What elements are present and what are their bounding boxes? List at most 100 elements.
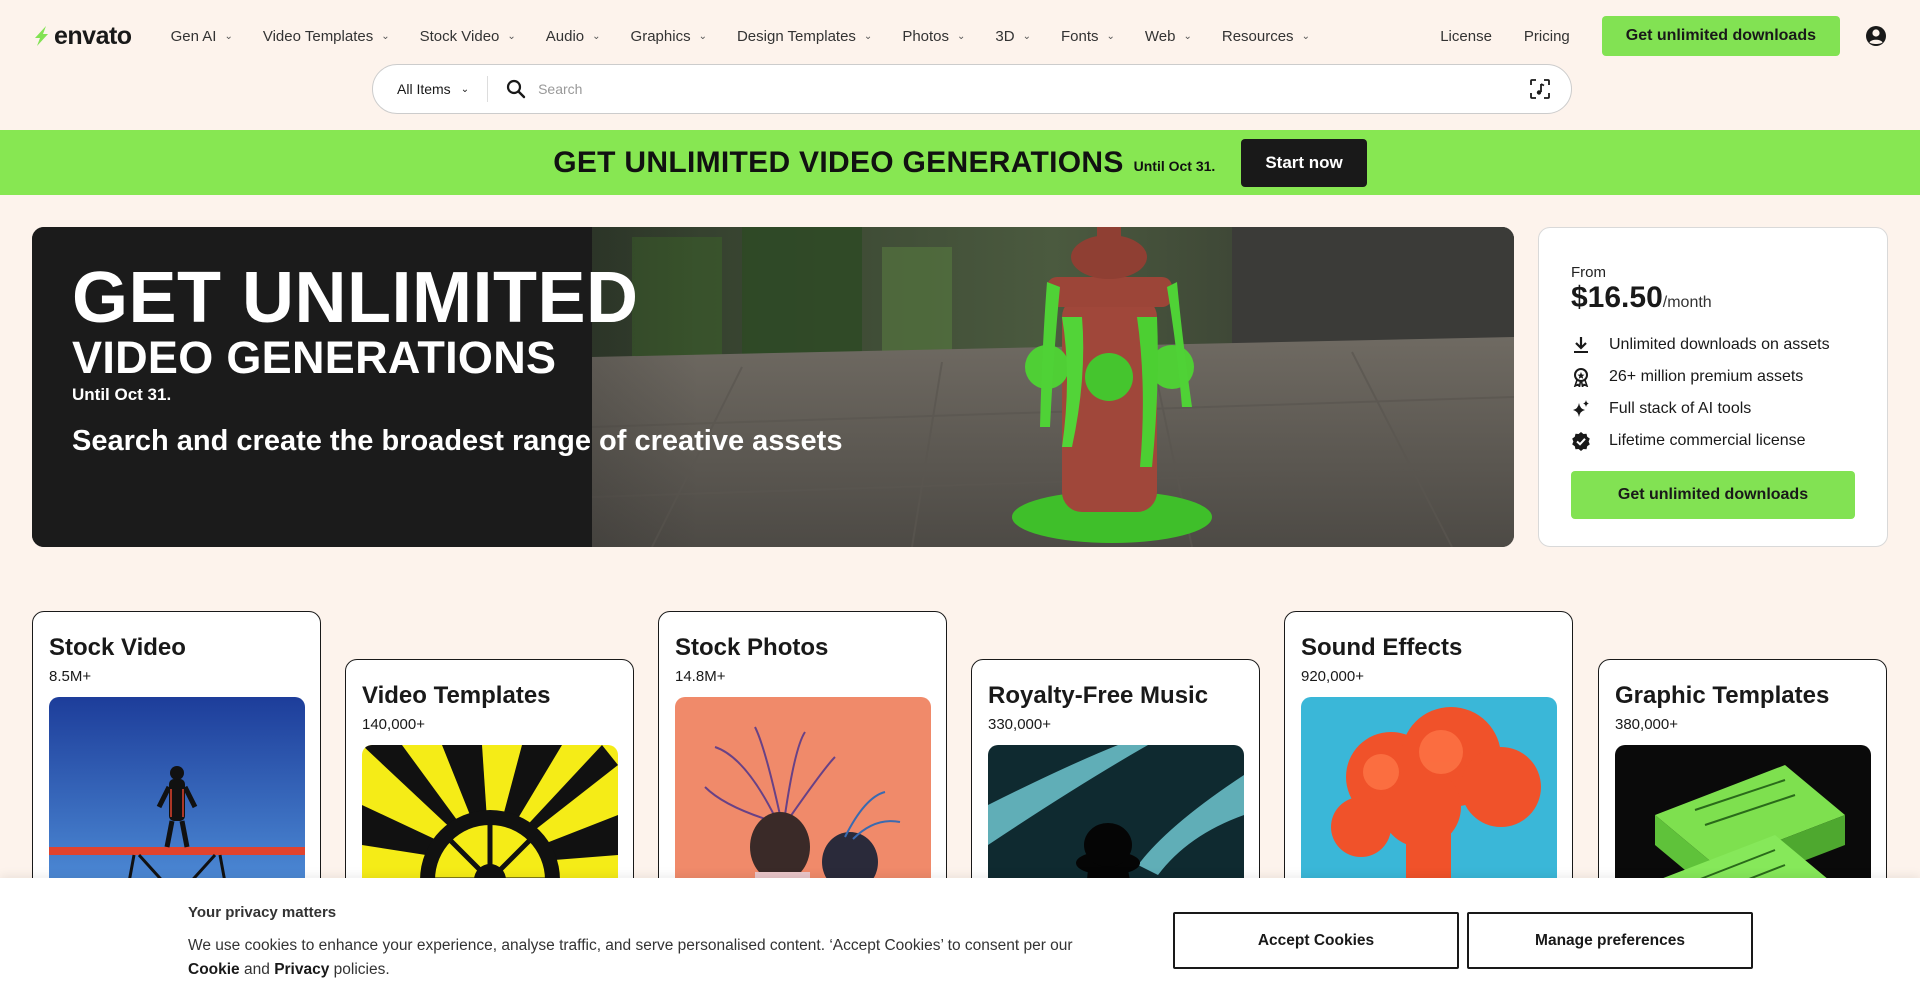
chevron-down-icon: ⌄ xyxy=(592,30,601,42)
nav-3d[interactable]: 3D ⌄ xyxy=(980,28,1046,45)
license-link[interactable]: License xyxy=(1440,28,1492,45)
feature-item: Unlimited downloads on assets xyxy=(1571,329,1855,361)
nav-label: Video Templates xyxy=(262,27,374,45)
nav-label: Audio xyxy=(545,27,585,45)
pricing-card: From $16.50 /month Unlimited downloads o… xyxy=(1538,227,1888,547)
nav-label: Graphics xyxy=(630,27,691,45)
cookie-policies: policies. xyxy=(333,961,390,978)
accept-cookies-button[interactable]: Accept Cookies xyxy=(1173,912,1459,969)
chevron-down-icon: ⌄ xyxy=(698,30,707,42)
promo-title: GET UNLIMITED VIDEO GENERATIONS xyxy=(553,145,1124,179)
header-get-unlimited-button[interactable]: Get unlimited downloads xyxy=(1601,16,1840,56)
chevron-down-icon: ⌄ xyxy=(1301,30,1310,42)
chevron-down-icon: ⌄ xyxy=(863,30,873,42)
hero-banner[interactable]: GET UNLIMITED VIDEO GENERATIONS Until Oc… xyxy=(32,227,1514,547)
hero-heading-line2: VIDEO GENERATIONS xyxy=(72,332,557,383)
site-header: envato Gen AI ⌄ Video Templates ⌄ Stock Vi… xyxy=(0,0,1920,130)
chevron-down-icon: ⌄ xyxy=(1022,30,1031,42)
price-period: /month xyxy=(1662,294,1712,311)
nav-label: Gen AI xyxy=(170,27,217,45)
cookie-and: and xyxy=(244,961,270,978)
chevron-down-icon: ⌄ xyxy=(507,30,516,42)
chevron-down-icon: ⌄ xyxy=(460,83,470,95)
music-search-icon[interactable] xyxy=(1529,78,1551,100)
cookie-title: Your privacy matters xyxy=(188,904,337,921)
header-right-links: License Pricing Get unlimited downloads xyxy=(1440,16,1840,56)
start-now-button[interactable]: Start now xyxy=(1241,138,1367,187)
logo-text: envato xyxy=(54,21,132,50)
nav-fonts[interactable]: Fonts ⌄ xyxy=(1046,28,1130,45)
nav-label: Stock Video xyxy=(419,27,500,45)
cookie-text: We use cookies to enhance your experienc… xyxy=(188,934,1118,982)
category-count: 380,000+ xyxy=(1615,716,1678,733)
chevron-down-icon: ⌄ xyxy=(1183,30,1192,42)
check-badge-icon xyxy=(1572,432,1590,451)
nav-resources[interactable]: Resources ⌄ xyxy=(1207,28,1325,45)
category-title: Graphic Templates xyxy=(1615,682,1830,709)
feature-text: 26+ million premium assets xyxy=(1609,368,1804,385)
category-count: 8.5M+ xyxy=(49,668,92,685)
leaf-logo-icon xyxy=(35,26,48,46)
nav-audio[interactable]: Audio ⌄ xyxy=(531,28,616,45)
chevron-down-icon: ⌄ xyxy=(957,30,966,42)
category-title: Royalty-Free Music xyxy=(988,682,1209,709)
feature-text: Full stack of AI tools xyxy=(1609,400,1752,417)
category-title: Stock Photos xyxy=(675,634,829,661)
price-row: $16.50 /month xyxy=(1571,281,1855,315)
hero-tagline: Search and create the broadest range of … xyxy=(72,425,843,457)
nav-video-templates[interactable]: Video Templates ⌄ xyxy=(248,28,405,45)
category-count: 14.8M+ xyxy=(675,668,726,685)
card-get-unlimited-button[interactable]: Get unlimited downloads xyxy=(1571,471,1855,519)
privacy-policy-link[interactable]: Privacy xyxy=(274,961,329,978)
chevron-down-icon: ⌄ xyxy=(224,30,233,42)
nav-graphics[interactable]: Graphics ⌄ xyxy=(616,28,722,45)
feature-item: 26+ million premium assets xyxy=(1571,361,1855,393)
category-title: Video Templates xyxy=(362,682,551,709)
nav-web[interactable]: Web ⌄ xyxy=(1130,28,1207,45)
price-from-label: From xyxy=(1571,264,1606,281)
nav-gen-ai[interactable]: Gen AI ⌄ xyxy=(156,28,248,45)
manage-preferences-button[interactable]: Manage preferences xyxy=(1467,912,1753,969)
feature-item: Lifetime commercial license xyxy=(1571,425,1855,457)
account-icon[interactable] xyxy=(1864,24,1888,48)
sparkle-icon xyxy=(1573,400,1589,417)
nav-label: Web xyxy=(1144,27,1176,45)
cookie-banner: Your privacy matters We use cookies to e… xyxy=(0,878,1920,993)
top-bar: envato Gen AI ⌄ Video Templates ⌄ Stock Vi… xyxy=(32,14,1888,58)
search-icon xyxy=(506,79,526,99)
nav-label: Photos xyxy=(902,27,950,45)
hero-until: Until Oct 31. xyxy=(72,385,172,404)
cookie-message: We use cookies to enhance your experienc… xyxy=(188,937,1073,954)
category-count: 920,000+ xyxy=(1301,668,1364,685)
nav-label: Design Templates xyxy=(736,27,856,45)
promo-until: Until Oct 31. xyxy=(1133,157,1216,174)
category-count: 330,000+ xyxy=(988,716,1051,733)
feature-list: Unlimited downloads on assets 26+ millio… xyxy=(1571,329,1855,457)
feature-item: Full stack of AI tools xyxy=(1571,393,1855,425)
search-bar: All Items ⌄ xyxy=(372,64,1572,114)
nav-label: Fonts xyxy=(1060,27,1099,45)
nav-stock-video[interactable]: Stock Video ⌄ xyxy=(405,28,531,45)
chevron-down-icon: ⌄ xyxy=(1106,30,1115,42)
category-title: Stock Video xyxy=(49,634,186,661)
search-input[interactable] xyxy=(538,81,1529,97)
envato-logo[interactable]: envato xyxy=(32,22,132,51)
nav-photos[interactable]: Photos ⌄ xyxy=(887,28,980,45)
pricing-link[interactable]: Pricing xyxy=(1524,28,1570,45)
cookie-policy-link[interactable]: Cookie xyxy=(188,961,240,978)
nav-design-templates[interactable]: Design Templates ⌄ xyxy=(722,28,887,45)
category-title: Sound Effects xyxy=(1301,634,1463,661)
search-category-select[interactable]: All Items ⌄ xyxy=(397,76,489,102)
search-category-label: All Items xyxy=(397,81,451,97)
promo-banner: GET UNLIMITED VIDEO GENERATIONS Until Oc… xyxy=(0,130,1920,195)
award-icon xyxy=(1573,368,1589,387)
nav-label: 3D xyxy=(995,27,1015,45)
feature-text: Lifetime commercial license xyxy=(1609,432,1806,449)
nav-label: Resources xyxy=(1221,27,1294,45)
price-amount: $16.50 xyxy=(1571,281,1663,314)
chevron-down-icon: ⌄ xyxy=(381,30,390,42)
download-icon xyxy=(1574,337,1588,353)
category-count: 140,000+ xyxy=(362,716,425,733)
feature-text: Unlimited downloads on assets xyxy=(1609,336,1830,353)
hero-text: GET UNLIMITED VIDEO GENERATIONS Until Oc… xyxy=(72,262,843,458)
